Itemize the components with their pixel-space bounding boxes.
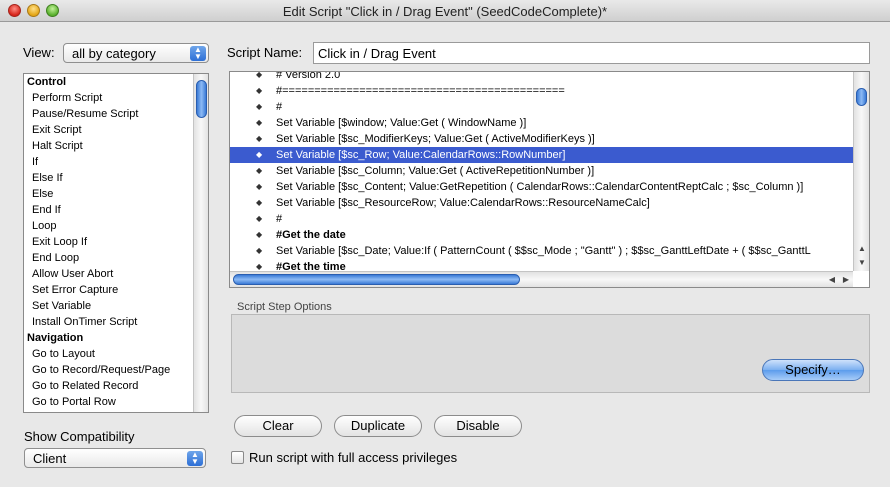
- step-list-item[interactable]: Exit Script: [24, 122, 208, 138]
- window-title: Edit Script "Click in / Drag Event" (See…: [282, 4, 608, 19]
- title-bar: Edit Script "Click in / Drag Event" (See…: [0, 0, 890, 22]
- script-line-text: Set Variable [$window; Value:Get ( Windo…: [276, 117, 527, 129]
- script-name-label: Script Name:: [227, 45, 303, 60]
- editor-hscroll-thumb[interactable]: [233, 274, 520, 285]
- script-line[interactable]: ◆ #Get the time: [230, 259, 853, 271]
- script-line[interactable]: ◆ #======================================…: [230, 83, 853, 99]
- drag-handle-icon[interactable]: ◆: [256, 99, 266, 115]
- view-popup-value: all by category: [72, 46, 156, 61]
- step-list-item[interactable]: Else: [24, 186, 208, 202]
- script-line-text: #Get the date: [276, 229, 346, 241]
- step-list-scrollbar[interactable]: [193, 74, 208, 412]
- compatibility-popup-value: Client: [33, 451, 67, 466]
- drag-handle-icon[interactable]: ◆: [256, 147, 266, 163]
- script-line[interactable]: ◆ Set Variable [$window; Value:Get ( Wind…: [230, 115, 853, 131]
- view-label: View:: [23, 45, 55, 60]
- step-list-item[interactable]: Install OnTimer Script: [24, 314, 208, 330]
- script-step-list[interactable]: Control Perform Script Pause/Resume Script…: [23, 73, 209, 413]
- drag-handle-icon[interactable]: ◆: [256, 163, 266, 179]
- scroll-down-icon[interactable]: ▼: [858, 258, 866, 267]
- step-list-item[interactable]: If: [24, 154, 208, 170]
- editor-horizontal-scrollbar[interactable]: ◀ ▶: [230, 271, 853, 287]
- editor-vscroll-thumb[interactable]: [856, 88, 867, 106]
- full-access-label: Run script with full access privileges: [249, 450, 458, 465]
- scroll-left-icon[interactable]: ◀: [829, 275, 835, 284]
- drag-handle-icon[interactable]: ◆: [256, 211, 266, 227]
- compatibility-popup[interactable]: Client ▲ ▼: [24, 448, 206, 468]
- drag-handle-icon[interactable]: ◆: [256, 115, 266, 131]
- script-line-text: Set Variable [$sc_ModifierKeys; Value:Ge…: [276, 133, 595, 145]
- script-line-text: # Version 2.0: [276, 72, 341, 81]
- step-list-item[interactable]: Allow User Abort: [24, 266, 208, 282]
- script-line[interactable]: ◆ #Get the date: [230, 227, 853, 243]
- script-line[interactable]: ◆ Set Variable [$sc_Date; Value:If ( Patt…: [230, 243, 853, 259]
- step-list-scroll-thumb[interactable]: [196, 80, 207, 118]
- disable-button[interactable]: Disable: [434, 415, 522, 437]
- clear-button[interactable]: Clear: [234, 415, 322, 437]
- script-step-options-panel: [231, 314, 870, 393]
- drag-handle-icon[interactable]: ◆: [256, 195, 266, 211]
- step-category[interactable]: Control: [24, 74, 208, 90]
- drag-handle-icon[interactable]: ◆: [256, 131, 266, 147]
- script-line[interactable]: ◆ Set Variable [$sc_Column; Value:Get ( A…: [230, 163, 853, 179]
- script-line-text: Set Variable [$sc_Column; Value:Get ( Ac…: [276, 165, 595, 177]
- script-line[interactable]: ◆ Set Variable [$sc_Content; Value:GetRep…: [230, 179, 853, 195]
- step-list-item[interactable]: End If: [24, 202, 208, 218]
- step-list-item[interactable]: Go to Portal Row: [24, 394, 208, 410]
- editor-vertical-scrollbar[interactable]: ▲ ▼: [853, 72, 869, 271]
- step-list-item[interactable]: End Loop: [24, 250, 208, 266]
- drag-handle-icon[interactable]: ◆: [256, 72, 266, 83]
- script-lines: ◆ # Version 2.0 ◆ #========================…: [230, 72, 853, 271]
- step-list-item[interactable]: Halt Script: [24, 138, 208, 154]
- step-list-item[interactable]: Go to Layout: [24, 346, 208, 362]
- script-line[interactable]: ◆ Set Variable [$sc_Row; Value:CalendarRo…: [230, 147, 853, 163]
- view-popup[interactable]: all by category ▲ ▼: [63, 43, 209, 63]
- script-editor[interactable]: ◆ # Version 2.0 ◆ #========================…: [229, 71, 870, 288]
- script-line[interactable]: ◆ # Version 2.0: [230, 72, 853, 83]
- show-compatibility-label: Show Compatibility: [24, 429, 135, 444]
- script-step-items: Control Perform Script Pause/Resume Script…: [24, 74, 208, 410]
- step-category[interactable]: Navigation: [24, 330, 208, 346]
- script-line[interactable]: ◆ Set Variable [$sc_ModifierKeys; Value:G…: [230, 131, 853, 147]
- script-line-text: #Get the time: [276, 261, 346, 271]
- step-list-item[interactable]: Loop: [24, 218, 208, 234]
- step-list-item[interactable]: Exit Loop If: [24, 234, 208, 250]
- step-list-item[interactable]: Set Error Capture: [24, 282, 208, 298]
- step-list-item[interactable]: Perform Script: [24, 90, 208, 106]
- scroll-right-icon[interactable]: ▶: [843, 275, 849, 284]
- scroll-up-icon[interactable]: ▲: [858, 244, 866, 253]
- specify-button[interactable]: Specify…: [762, 359, 864, 381]
- script-line[interactable]: ◆ #: [230, 211, 853, 227]
- drag-handle-icon[interactable]: ◆: [256, 179, 266, 195]
- step-list-item[interactable]: Go to Related Record: [24, 378, 208, 394]
- script-line-text: #=======================================…: [276, 85, 565, 97]
- popup-arrows-icon: ▲ ▼: [190, 46, 206, 61]
- script-line-text: Set Variable [$sc_Date; Value:If ( Patte…: [276, 245, 811, 257]
- full-access-checkbox[interactable]: [231, 451, 244, 464]
- duplicate-button[interactable]: Duplicate: [334, 415, 422, 437]
- step-list-item[interactable]: Else If: [24, 170, 208, 186]
- script-line-text: #: [276, 101, 283, 113]
- popup-arrows-icon: ▲ ▼: [187, 451, 203, 466]
- script-step-options-label: Script Step Options: [237, 301, 332, 313]
- drag-handle-icon[interactable]: ◆: [256, 227, 266, 243]
- step-list-item[interactable]: Set Variable: [24, 298, 208, 314]
- script-line[interactable]: ◆ #: [230, 99, 853, 115]
- step-list-item[interactable]: Go to Record/Request/Page: [24, 362, 208, 378]
- script-line[interactable]: ◆ Set Variable [$sc_ResourceRow; Value:Ca…: [230, 195, 853, 211]
- drag-handle-icon[interactable]: ◆: [256, 83, 266, 99]
- script-line-text: Set Variable [$sc_ResourceRow; Value:Cal…: [276, 197, 650, 209]
- script-line-text: Set Variable [$sc_Row; Value:CalendarRow…: [276, 149, 566, 161]
- drag-handle-icon[interactable]: ◆: [256, 259, 266, 271]
- script-line-text: #: [276, 213, 283, 225]
- script-name-field[interactable]: Click in / Drag Event: [313, 42, 870, 64]
- step-list-item[interactable]: Pause/Resume Script: [24, 106, 208, 122]
- drag-handle-icon[interactable]: ◆: [256, 243, 266, 259]
- script-line-text: Set Variable [$sc_Content; Value:GetRepe…: [276, 181, 804, 193]
